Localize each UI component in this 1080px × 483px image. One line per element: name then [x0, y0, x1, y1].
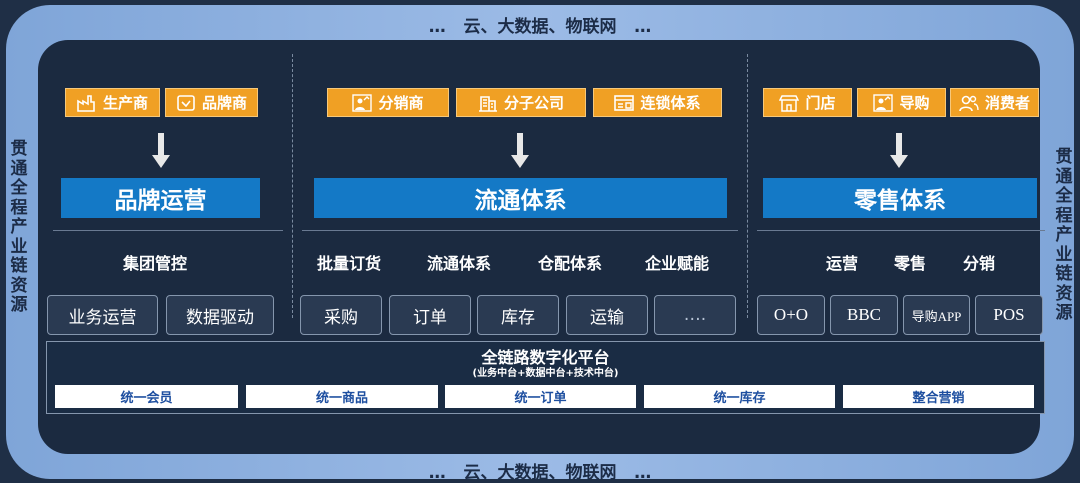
capability-label: 流通体系 — [427, 254, 492, 273]
left-side-label: 贯通全程产业链资源 — [10, 139, 28, 315]
module-button[interactable]: POS — [975, 295, 1043, 335]
down-arrow-icon — [511, 133, 529, 168]
section-divider — [757, 230, 1045, 231]
capability-label: 企业赋能 — [645, 254, 710, 273]
capability-label: 仓配体系 — [538, 254, 603, 273]
section-divider — [302, 230, 738, 231]
section-divider — [53, 230, 283, 231]
column-divider — [292, 54, 293, 318]
store-window-icon — [614, 94, 635, 111]
platform-item[interactable]: 统一订单 — [445, 385, 636, 408]
role-label: 分销商 — [378, 94, 424, 112]
retail-title-bar: 零售体系 — [763, 178, 1037, 218]
role-label: 生产商 — [102, 94, 148, 112]
role-label: 门店 — [805, 94, 836, 112]
module-button-more[interactable]: …. — [654, 295, 736, 335]
role-chain-system: 连锁体系 — [593, 88, 722, 117]
module-button[interactable]: BBC — [830, 295, 898, 335]
building-icon — [478, 95, 497, 112]
platform-item[interactable]: 统一库存 — [644, 385, 835, 408]
platform-item[interactable]: 整合营销 — [843, 385, 1034, 408]
role-producer: 生产商 — [65, 88, 160, 117]
platform-subtitle: (业务中台+数据中台+技术中台) — [472, 368, 619, 379]
bottom-band-label: … 云、大数据、物联网 … — [428, 463, 652, 483]
capability-label: 分销 — [963, 254, 996, 273]
storefront-icon — [779, 94, 800, 112]
role-distributor: 分销商 — [327, 88, 449, 117]
factory-icon — [77, 94, 95, 112]
capability-label: 零售 — [894, 254, 927, 273]
role-brand-owner: 品牌商 — [165, 88, 258, 117]
role-label: 连锁体系 — [640, 94, 701, 112]
capability-label: 批量订货 — [317, 254, 382, 273]
role-subsidiary: 分子公司 — [456, 88, 586, 117]
role-shopping-guide: 导购 — [857, 88, 946, 117]
role-store: 门店 — [763, 88, 852, 117]
capability-label: 运营 — [826, 254, 859, 273]
module-button[interactable]: 业务运营 — [47, 295, 158, 335]
platform-item[interactable]: 统一会员 — [55, 385, 238, 408]
brand-title-bar: 品牌运营 — [61, 178, 260, 218]
role-consumer: 消费者 — [950, 88, 1039, 117]
module-button[interactable]: 数据驱动 — [166, 295, 274, 335]
users-icon — [959, 95, 979, 111]
role-label: 分子公司 — [503, 94, 564, 112]
digital-platform: 全链路数字化平台 (业务中台+数据中台+技术中台) 统一会员 统一商品 统一订单… — [46, 341, 1045, 414]
role-label: 消费者 — [984, 94, 1030, 112]
module-button[interactable]: O+O — [757, 295, 825, 335]
column-divider — [747, 54, 748, 318]
module-button[interactable]: 运输 — [566, 295, 648, 335]
person-chart-icon — [873, 93, 894, 112]
person-chart-icon — [352, 93, 373, 112]
module-button[interactable]: 导购APP — [903, 295, 970, 335]
right-side-label: 贯通全程产业链资源 — [1055, 147, 1073, 323]
role-label: 导购 — [899, 94, 930, 112]
shield-check-icon — [177, 94, 195, 111]
down-arrow-icon — [890, 133, 908, 168]
module-button[interactable]: 订单 — [389, 295, 471, 335]
capability-label: 集团管控 — [123, 254, 188, 273]
down-arrow-icon — [152, 133, 170, 168]
role-label: 品牌商 — [201, 94, 247, 112]
module-button[interactable]: 采购 — [300, 295, 382, 335]
circulation-title-bar: 流通体系 — [314, 178, 727, 218]
module-button[interactable]: 库存 — [477, 295, 559, 335]
platform-item[interactable]: 统一商品 — [246, 385, 438, 408]
top-band-label: … 云、大数据、物联网 … — [428, 17, 652, 37]
